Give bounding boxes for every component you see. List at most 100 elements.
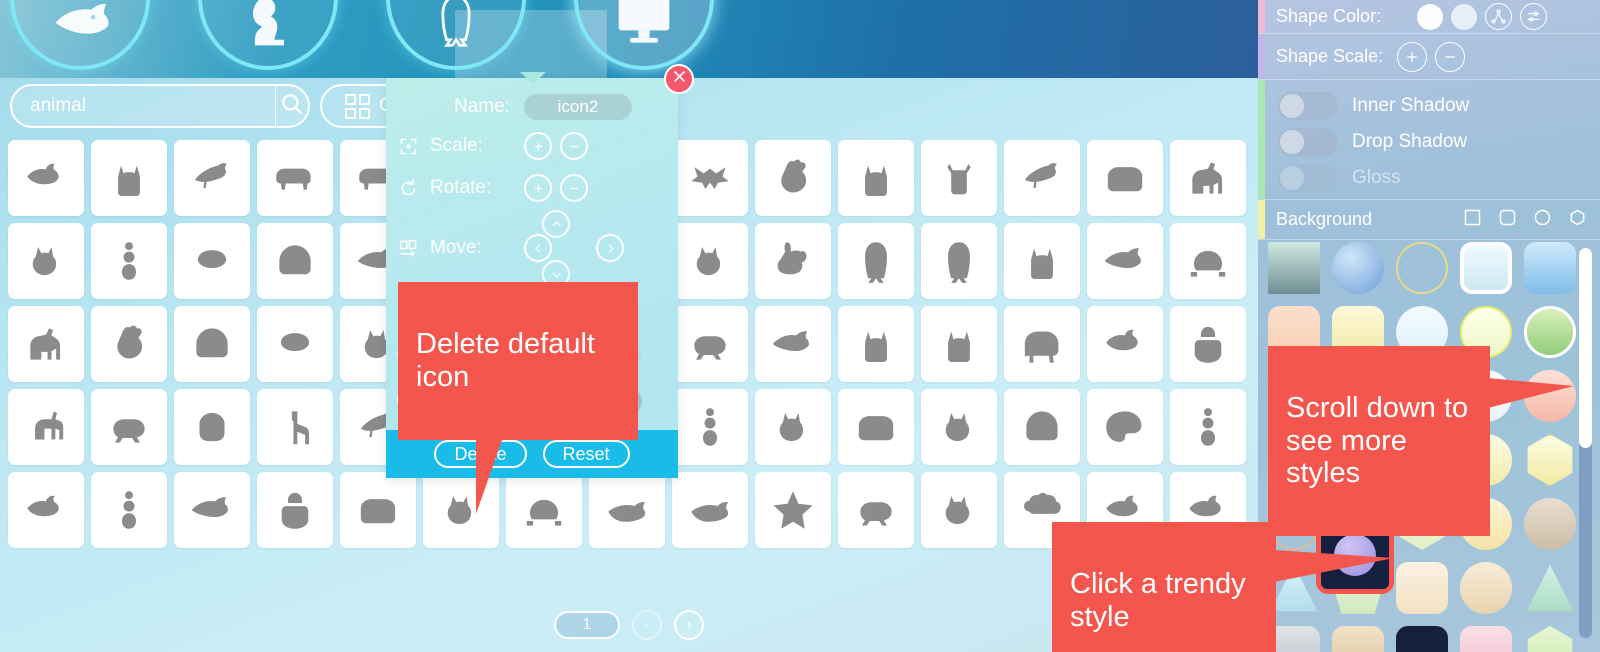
style-thumbnail-32[interactable] bbox=[1394, 624, 1450, 652]
hexagon-icon[interactable] bbox=[1567, 207, 1588, 233]
next-page-button[interactable]: › bbox=[674, 610, 704, 640]
icon-cell-fish[interactable] bbox=[174, 472, 250, 548]
icon-cell-bat[interactable] bbox=[672, 140, 748, 216]
icon-cell-starfish[interactable] bbox=[755, 472, 831, 548]
icon-cell-elephant[interactable] bbox=[1004, 306, 1080, 382]
style-thumbnail-4[interactable] bbox=[1522, 240, 1578, 296]
icon-cell-turtle-2[interactable] bbox=[506, 472, 582, 548]
style-thumbnail-0[interactable] bbox=[1266, 240, 1322, 296]
popup-close-button[interactable] bbox=[664, 64, 694, 94]
prev-page-button[interactable]: ‹ bbox=[632, 610, 662, 640]
gradient-icon[interactable] bbox=[1485, 3, 1513, 30]
icon-cell-hummingbird[interactable] bbox=[1004, 140, 1080, 216]
icon-cell-beagle[interactable] bbox=[921, 306, 997, 382]
icon-cell-pet-bowl[interactable] bbox=[257, 223, 333, 299]
icon-cell-crab[interactable] bbox=[174, 223, 250, 299]
icon-cell-cat-face[interactable] bbox=[921, 472, 997, 548]
style-thumbnail-33[interactable] bbox=[1458, 624, 1514, 652]
rotate-increase-button[interactable] bbox=[524, 174, 552, 202]
style-thumbnail-34[interactable] bbox=[1522, 624, 1578, 652]
style-thumbnail-31[interactable] bbox=[1330, 624, 1386, 652]
scale-increase-button[interactable] bbox=[524, 132, 552, 160]
icon-cell-pug[interactable] bbox=[838, 306, 914, 382]
shape-scale-increase-button[interactable] bbox=[1397, 41, 1428, 72]
shape-scale-decrease-button[interactable] bbox=[1435, 41, 1466, 72]
icon-cell-spider[interactable] bbox=[1170, 389, 1246, 465]
icon-cell-turtle[interactable] bbox=[1170, 223, 1246, 299]
style-thumbnail-19[interactable] bbox=[1522, 432, 1578, 488]
icon-cell-horse[interactable] bbox=[1170, 140, 1246, 216]
icon-cell-giraffe[interactable] bbox=[257, 389, 333, 465]
icon-name-field[interactable]: icon2 bbox=[523, 94, 632, 120]
icon-cell-rooster[interactable] bbox=[91, 306, 167, 382]
drop-shadow-toggle[interactable] bbox=[1278, 128, 1338, 156]
shape-color-swatch-2[interactable] bbox=[1451, 3, 1478, 30]
icon-cell-bird[interactable] bbox=[174, 140, 250, 216]
style-thumbnail-28[interactable] bbox=[1458, 560, 1514, 616]
style-thumbnail-27[interactable] bbox=[1394, 560, 1450, 616]
sliders-icon[interactable] bbox=[1520, 3, 1548, 30]
reset-button[interactable]: Reset bbox=[542, 440, 630, 468]
icon-cell-bulldog[interactable] bbox=[1004, 223, 1080, 299]
category-tab-penguin[interactable] bbox=[386, 0, 526, 70]
icon-cell-cow-2[interactable] bbox=[838, 389, 914, 465]
shape-color-swatch-1[interactable] bbox=[1417, 3, 1444, 30]
category-tab-monitor[interactable] bbox=[574, 0, 714, 70]
style-thumbnail-29[interactable] bbox=[1522, 560, 1578, 616]
icon-cell-whale[interactable] bbox=[589, 472, 665, 548]
icon-cell-cat[interactable] bbox=[672, 223, 748, 299]
icon-cell-frog[interactable] bbox=[672, 306, 748, 382]
category-tab-fish[interactable] bbox=[10, 0, 150, 70]
style-thumbnail-9[interactable] bbox=[1522, 304, 1578, 360]
style-scrollbar[interactable] bbox=[1579, 248, 1592, 638]
icon-cell-scorpion[interactable] bbox=[257, 306, 333, 382]
icon-cell-rabbit[interactable] bbox=[755, 223, 831, 299]
icon-cell-whale-2[interactable] bbox=[672, 472, 748, 548]
icon-cell-shell[interactable] bbox=[174, 306, 250, 382]
icon-cell-ant[interactable] bbox=[91, 223, 167, 299]
icon-cell-frog-2[interactable] bbox=[91, 389, 167, 465]
category-tab-squirrel[interactable] bbox=[198, 0, 338, 70]
icon-cell-toad[interactable] bbox=[838, 472, 914, 548]
scrollbar-thumb[interactable] bbox=[1579, 248, 1592, 448]
search-input[interactable] bbox=[12, 86, 275, 126]
icon-cell-cow[interactable] bbox=[1087, 140, 1163, 216]
icon-cell-rat[interactable] bbox=[755, 389, 831, 465]
style-thumbnail-2[interactable] bbox=[1394, 240, 1450, 296]
icon-cell-unicorn[interactable] bbox=[8, 389, 84, 465]
circle-icon[interactable] bbox=[1532, 207, 1553, 233]
icon-cell-penguin-2[interactable] bbox=[921, 223, 997, 299]
search-box[interactable] bbox=[10, 84, 310, 128]
style-thumbnail-3[interactable] bbox=[1458, 240, 1514, 296]
icon-cell-hamster[interactable] bbox=[174, 389, 250, 465]
gloss-toggle[interactable] bbox=[1278, 164, 1338, 192]
rotate-decrease-button[interactable] bbox=[560, 174, 588, 202]
style-thumbnail-24[interactable] bbox=[1522, 496, 1578, 552]
move-left-button[interactable] bbox=[524, 234, 552, 262]
icon-cell-mosquito[interactable] bbox=[672, 389, 748, 465]
icon-cell-dog-sitting[interactable] bbox=[838, 140, 914, 216]
rounded-square-icon[interactable] bbox=[1497, 207, 1518, 233]
icon-cell-deer[interactable] bbox=[921, 140, 997, 216]
square-icon[interactable] bbox=[1462, 207, 1483, 233]
icon-cell-ant-2[interactable] bbox=[91, 472, 167, 548]
icon-cell-duck[interactable] bbox=[8, 140, 84, 216]
icon-cell-poodle[interactable] bbox=[91, 140, 167, 216]
icon-cell-cow-3[interactable] bbox=[340, 472, 416, 548]
page-number-input[interactable]: 1 bbox=[554, 611, 620, 639]
search-button[interactable] bbox=[276, 86, 308, 126]
icon-cell-bug[interactable] bbox=[1170, 306, 1246, 382]
inner-shadow-toggle[interactable] bbox=[1278, 92, 1338, 120]
move-up-button[interactable] bbox=[542, 210, 570, 238]
icon-cell-barn[interactable] bbox=[1004, 389, 1080, 465]
icon-cell-beetle[interactable] bbox=[257, 472, 333, 548]
icon-cell-fox[interactable] bbox=[921, 389, 997, 465]
icon-cell-fish-water[interactable] bbox=[1087, 223, 1163, 299]
icon-cell-bear[interactable] bbox=[257, 140, 333, 216]
icon-cell-horse-rider[interactable] bbox=[8, 306, 84, 382]
icon-cell-penguin[interactable] bbox=[838, 223, 914, 299]
scale-decrease-button[interactable] bbox=[560, 132, 588, 160]
icon-cell-hen[interactable] bbox=[755, 140, 831, 216]
icon-cell-platypus[interactable] bbox=[1087, 306, 1163, 382]
icon-cell-no-fish[interactable] bbox=[755, 306, 831, 382]
